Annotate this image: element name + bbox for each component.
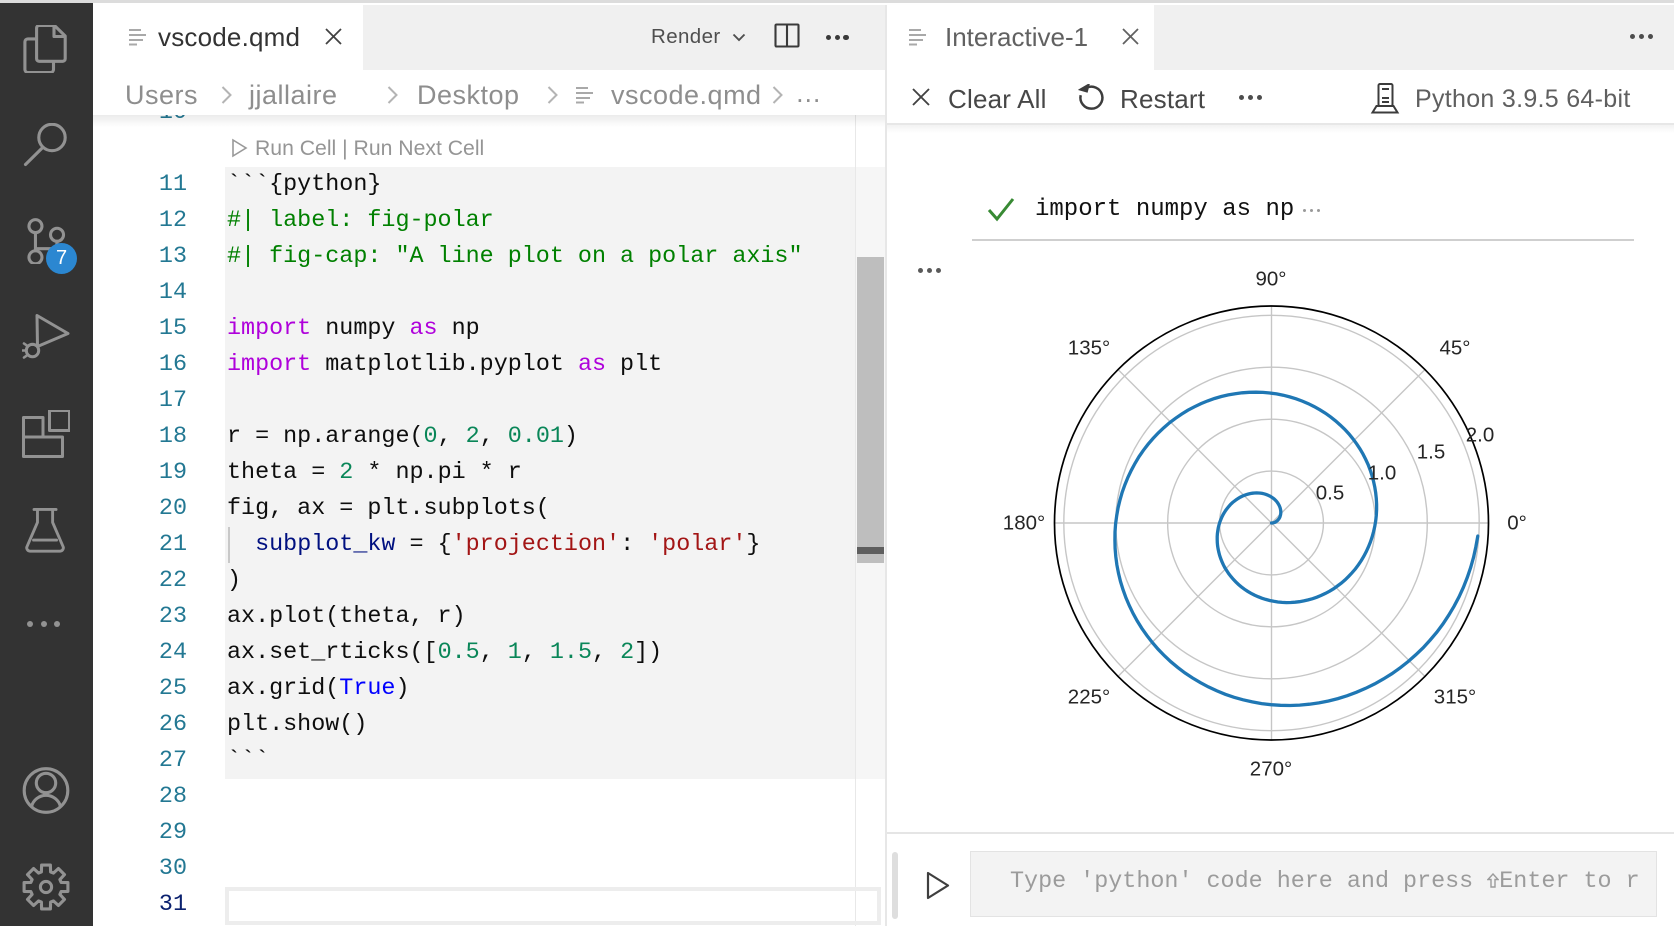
svg-text:270°: 270° [1250,758,1292,781]
svg-text:1.0: 1.0 [1368,462,1397,485]
svg-text:180°: 180° [1003,512,1045,535]
svg-text:45°: 45° [1439,337,1470,360]
svg-text:0.5: 0.5 [1316,482,1345,505]
svg-text:1.5: 1.5 [1417,441,1446,464]
svg-text:90°: 90° [1255,268,1286,291]
svg-text:0°: 0° [1507,512,1527,535]
svg-text:135°: 135° [1068,337,1110,360]
svg-text:2.0: 2.0 [1466,424,1495,447]
svg-text:225°: 225° [1068,686,1110,709]
svg-text:315°: 315° [1434,686,1476,709]
